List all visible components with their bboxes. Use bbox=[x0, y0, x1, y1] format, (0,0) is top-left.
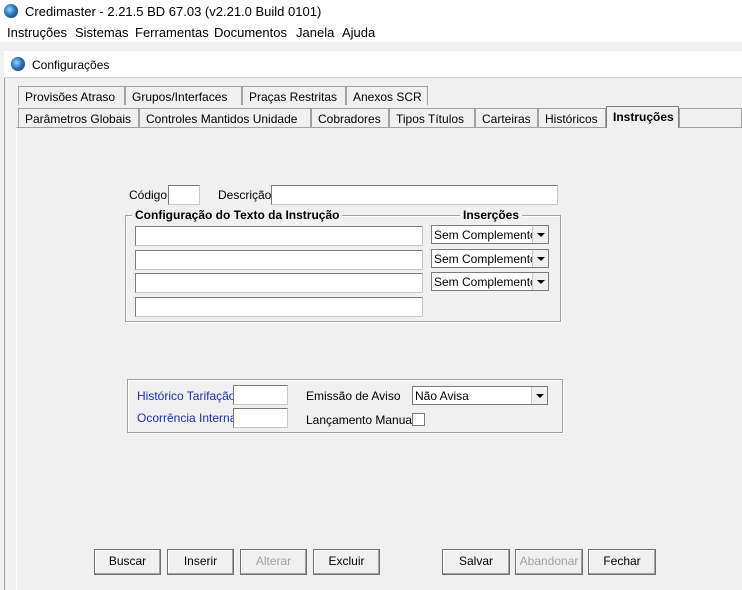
lancamento-manual-label: Lançamento Manual bbox=[306, 413, 415, 427]
texto-line-3-input[interactable] bbox=[135, 273, 423, 293]
menu-janela[interactable]: Janela bbox=[296, 25, 334, 40]
insercao-3-value: Sem Complemento bbox=[434, 275, 537, 289]
texto-line-1-input[interactable] bbox=[135, 226, 423, 246]
codigo-input[interactable] bbox=[168, 185, 200, 205]
insercoes-title: Inserções bbox=[460, 208, 523, 222]
tab-historicos[interactable]: Históricos bbox=[538, 108, 606, 127]
fechar-button[interactable]: Fechar bbox=[588, 549, 656, 575]
tab-provisoes-atraso[interactable]: Provisões Atraso bbox=[18, 86, 125, 105]
texto-line-2-input[interactable] bbox=[135, 250, 423, 270]
insercao-2-value: Sem Complemento bbox=[434, 252, 537, 266]
abandonar-button[interactable]: Abandonar bbox=[515, 549, 583, 575]
chevron-down-icon[interactable] bbox=[532, 250, 548, 267]
config-window-title: Configurações bbox=[32, 58, 110, 72]
tab-parametros-globais[interactable]: Parâmetros Globais bbox=[18, 108, 139, 127]
descricao-input[interactable] bbox=[271, 185, 558, 205]
alterar-button[interactable]: Alterar bbox=[240, 549, 307, 575]
tab-controles-mantidos-unidade[interactable]: Controles Mantidos Unidade bbox=[139, 108, 311, 127]
ocorrencia-interna-input[interactable] bbox=[233, 408, 288, 428]
insercao-1-value: Sem Complemento bbox=[434, 228, 537, 242]
menu-sistemas[interactable]: Sistemas bbox=[75, 25, 128, 40]
tab-carteiras[interactable]: Carteiras bbox=[475, 108, 538, 127]
historico-tarifacao-input[interactable] bbox=[233, 385, 288, 405]
window-logo-icon bbox=[11, 57, 25, 71]
chevron-down-icon[interactable] bbox=[532, 226, 548, 243]
menu-bar: Instruções Sistemas Ferramentas Document… bbox=[0, 24, 742, 42]
codigo-label: Código bbox=[129, 188, 168, 202]
historico-tarifacao-label: Histórico Tarifação bbox=[137, 389, 236, 403]
texto-line-4-input[interactable] bbox=[135, 297, 423, 317]
tab-tipos-titulos[interactable]: Tipos Títulos bbox=[389, 108, 475, 127]
menu-ferramentas[interactable]: Ferramentas bbox=[135, 25, 209, 40]
emissao-aviso-label: Emissão de Aviso bbox=[306, 389, 401, 403]
config-window-title-bar bbox=[4, 51, 742, 78]
config-texto-title: Configuração do Texto da Instrução bbox=[132, 208, 343, 222]
menu-ajuda[interactable]: Ajuda bbox=[342, 25, 375, 40]
buscar-button[interactable]: Buscar bbox=[94, 549, 161, 575]
tab-pracas-restritas[interactable]: Praças Restritas bbox=[242, 86, 346, 105]
excluir-button[interactable]: Excluir bbox=[313, 549, 380, 575]
insercao-2-select[interactable]: Sem Complemento bbox=[431, 249, 549, 268]
tab-grupos-interfaces[interactable]: Grupos/Interfaces bbox=[125, 86, 242, 105]
app-title: Credimaster - 2.21.5 BD 67.03 (v2.21.0 B… bbox=[25, 4, 322, 19]
emissao-aviso-select[interactable]: Não Avisa bbox=[412, 386, 548, 405]
descricao-label: Descrição bbox=[218, 188, 272, 202]
chevron-down-icon[interactable] bbox=[531, 387, 547, 404]
tab-anexos-scr[interactable]: Anexos SCR bbox=[346, 86, 428, 105]
inserir-button[interactable]: Inserir bbox=[167, 549, 234, 575]
app-logo-icon bbox=[4, 4, 18, 18]
tab-cobradores[interactable]: Cobradores bbox=[311, 108, 389, 127]
chevron-down-icon[interactable] bbox=[532, 273, 548, 290]
menu-instrucoes[interactable]: Instruções bbox=[7, 25, 67, 40]
insercao-3-select[interactable]: Sem Complemento bbox=[431, 272, 549, 291]
lancamento-manual-checkbox[interactable] bbox=[412, 413, 425, 426]
tab-instrucoes[interactable]: Instruções bbox=[606, 106, 679, 128]
insercao-1-select[interactable]: Sem Complemento bbox=[431, 225, 549, 244]
emissao-aviso-value: Não Avisa bbox=[415, 389, 469, 403]
menu-documentos[interactable]: Documentos bbox=[214, 25, 287, 40]
tab-strip-filler bbox=[679, 108, 742, 127]
ocorrencia-interna-label: Ocorrência Interna bbox=[137, 411, 237, 425]
salvar-button[interactable]: Salvar bbox=[442, 549, 510, 575]
